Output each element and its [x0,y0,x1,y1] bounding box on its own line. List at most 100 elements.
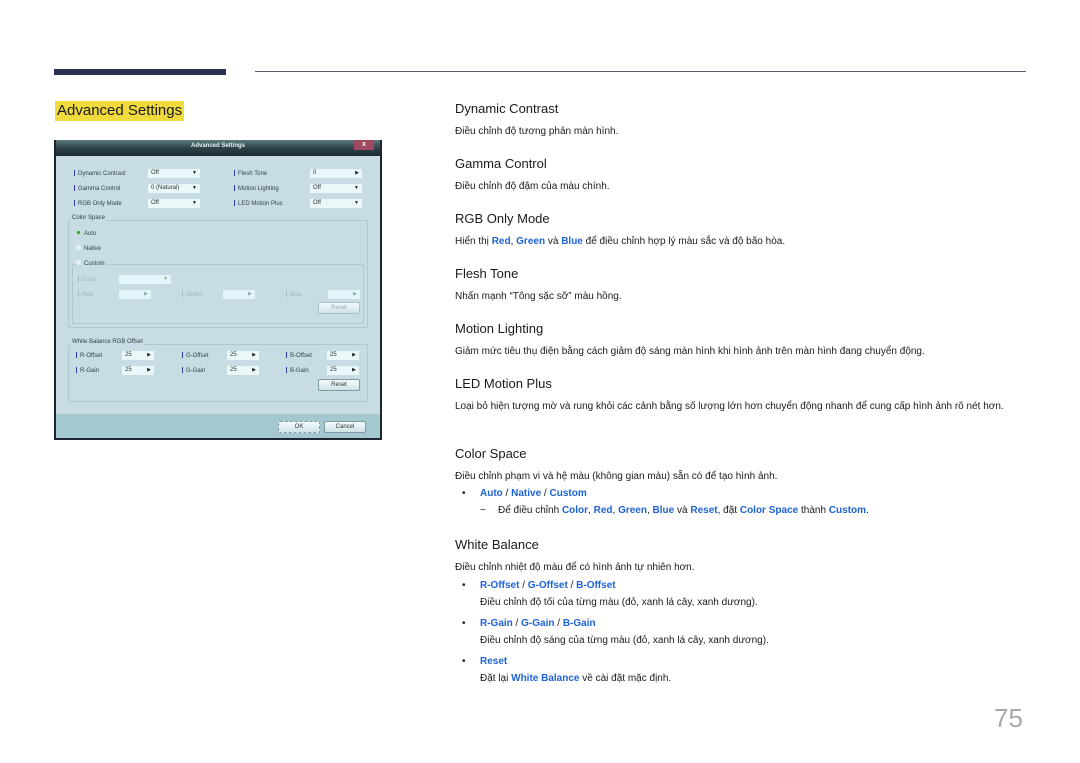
color-space-note: Để điều chỉnh Color, Red, Green, Blue và… [498,505,869,516]
motion-lighting-text: Giảm mức tiêu thụ điện bằng cách giảm độ… [455,346,925,357]
section-title: Advanced Settings [55,101,185,121]
r-offset-label: R-Offset [76,352,102,359]
white-balance-group [68,344,368,402]
color-label: Color [78,276,96,283]
color-space-text: Điều chỉnh phạm vi và hệ màu (không gian… [455,471,778,482]
offset-options: R-Offset / G-Offset / B-Offset [480,580,616,591]
play-arrow-icon: ▶ [147,367,151,373]
blue-label: Blue [286,291,302,298]
page-number: 75 [994,703,1023,733]
b-offset-label: B-Offset [286,352,312,359]
led-motion-plus-select[interactable]: Off ▼ [310,199,362,208]
play-arrow-icon: ▶ [252,352,256,358]
bullet: • [462,488,466,499]
radio-native[interactable]: Native [76,245,101,252]
ok-button[interactable]: OK [278,421,320,433]
g-offset-label: G-Offset [182,352,209,359]
r-offset-stepper[interactable]: 25 ▶ [122,351,154,360]
blue-stepper[interactable]: ▶ [328,290,360,299]
gamma-control-label: Gamma Control [74,185,120,192]
bullet: • [462,618,466,629]
led-motion-plus-text: Loại bỏ hiện tượng mờ và rung khỏi các c… [455,401,1004,412]
rgb-only-mode-label: RGB Only Mode [74,200,122,207]
chevron-down-icon: ▼ [163,276,168,282]
dynamic-contrast-heading: Dynamic Contrast [455,101,559,116]
gamma-control-heading: Gamma Control [455,156,547,171]
radio-auto[interactable]: Auto [76,230,96,237]
motion-lighting-label: Motion Lighting [234,185,279,192]
color-space-reset-button[interactable]: Reset [318,302,360,314]
dialog-titlebar: Advanced Settings x [54,140,382,156]
red-stepper[interactable]: ▶ [119,290,151,299]
close-button[interactable]: x [354,140,374,150]
green-stepper[interactable]: ▶ [223,290,255,299]
rgb-only-mode-text: Hiển thị Red, Green và Blue để điều chỉn… [455,236,786,247]
dash: − [480,505,486,516]
chevron-down-icon: ▼ [192,200,197,206]
radio-custom[interactable]: Custom [76,260,107,267]
radio-selected-icon [76,230,81,235]
reset-text: Đặt lại White Balance về cài đặt mặc địn… [480,673,672,684]
bullet: • [462,580,466,591]
bullet: • [462,656,466,667]
play-arrow-icon: ▶ [248,291,252,297]
play-arrow-icon: ▶ [352,352,356,358]
reset-option: Reset [480,656,508,667]
chevron-down-icon: ▼ [354,200,359,206]
chevron-down-icon: ▼ [354,185,359,191]
advanced-settings-dialog: Advanced Settings x Dynamic Contrast Off… [54,140,382,440]
dialog-footer: OK Cancel [56,414,380,438]
green-label: Green [182,291,203,298]
header-bar-thick [54,69,226,75]
color-space-heading: Color Space [455,446,527,461]
play-arrow-icon: ▶ [252,367,256,373]
b-gain-stepper[interactable]: 25 ▶ [327,366,359,375]
r-gain-stepper[interactable]: 25 ▶ [122,366,154,375]
play-arrow-icon: ▶ [352,367,356,373]
b-gain-label: B-Gain [286,367,309,374]
gamma-control-text: Điều chỉnh độ đậm của màu chính. [455,181,610,192]
play-arrow-icon: ▶ [144,291,148,297]
led-motion-plus-heading: LED Motion Plus [455,376,552,391]
r-gain-label: R-Gain [76,367,99,374]
chevron-down-icon: ▼ [192,170,197,176]
color-select[interactable]: ▼ [119,275,171,284]
dynamic-contrast-text: Điều chỉnh độ tương phản màn hình. [455,126,619,137]
flesh-tone-text: Nhấn mạnh “Tông sặc sỡ” màu hồng. [455,291,622,302]
gain-text: Điều chỉnh độ sáng của từng màu (đỏ, xan… [480,635,769,646]
chevron-down-icon: ▼ [192,185,197,191]
dynamic-contrast-label: Dynamic Contrast [74,170,126,177]
flesh-tone-heading: Flesh Tone [455,266,519,281]
led-motion-plus-label: LED Motion Plus [234,200,283,207]
motion-lighting-heading: Motion Lighting [455,321,544,336]
cancel-button[interactable]: Cancel [324,421,366,433]
header-rule [255,71,1026,72]
g-gain-label: G-Gain [182,367,205,374]
red-label: Red [78,291,93,298]
radio-icon [76,245,81,250]
play-arrow-icon: ▶ [147,352,151,358]
custom-group [72,264,364,324]
motion-lighting-select[interactable]: Off ▼ [310,184,362,193]
white-balance-reset-button[interactable]: Reset [318,379,360,391]
white-balance-heading: White Balance [455,537,539,552]
radio-icon [76,260,81,265]
flesh-tone-label: Flesh Tone [234,170,267,177]
white-balance-legend: White Balance RGB Offset [71,339,144,345]
b-offset-stepper[interactable]: 25 ▶ [327,351,359,360]
gamma-control-select[interactable]: 0 (Natural) ▼ [148,184,200,193]
color-space-options: Auto / Native / Custom [480,488,587,499]
dynamic-contrast-select[interactable]: Off ▼ [148,169,200,178]
play-arrow-icon: ▶ [355,170,359,176]
gain-options: R-Gain / G-Gain / B-Gain [480,618,596,629]
white-balance-text: Điều chỉnh nhiệt độ màu để có hình ảnh t… [455,562,695,573]
offset-text: Điều chỉnh độ tối của từng màu (đỏ, xanh… [480,597,758,608]
g-offset-stepper[interactable]: 25 ▶ [227,351,259,360]
flesh-tone-stepper[interactable]: 0 ▶ [310,169,362,178]
rgb-only-mode-select[interactable]: Off ▼ [148,199,200,208]
play-arrow-icon: ▶ [353,291,357,297]
g-gain-stepper[interactable]: 25 ▶ [227,366,259,375]
dialog-title: Advanced Settings [190,143,245,149]
rgb-only-mode-heading: RGB Only Mode [455,211,550,226]
color-space-legend: Color Space [71,215,107,221]
